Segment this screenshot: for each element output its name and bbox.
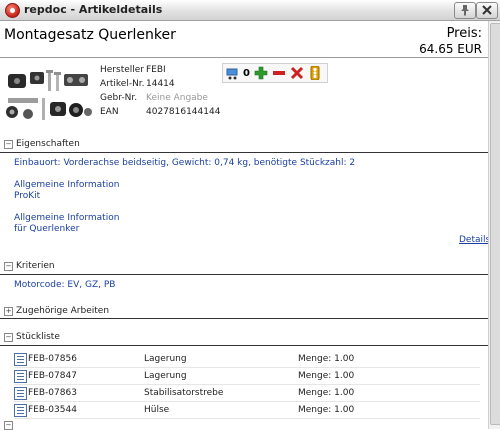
vertical-scrollbar[interactable] [488, 21, 500, 429]
close-icon [482, 5, 492, 15]
part-name: Stabilisatorstrebe [144, 384, 298, 402]
article-actions: 0 [222, 63, 328, 83]
traffic-light-icon [310, 66, 320, 80]
part-quantity: Menge: 1.00 [298, 367, 480, 385]
price-label: Preis: [446, 26, 482, 41]
properties-text: Einbauort: Vorderachse beidseitig, Gewic… [14, 158, 356, 168]
section-kriterien-label: Kriterien [16, 261, 55, 271]
section-stueckliste-label: Stückliste [16, 332, 60, 342]
section-divider [0, 345, 488, 346]
plus-icon [254, 66, 268, 80]
close-button[interactable] [476, 2, 498, 19]
section-divider [0, 274, 488, 275]
delete-icon [290, 66, 304, 80]
usage-number-label: Gebr-Nr. [100, 93, 138, 103]
ean-value: 4027816144144 [146, 107, 221, 117]
general-info-link-2-line2[interactable]: für Querlenker [14, 224, 79, 234]
table-row[interactable]: FEB-07847 Lagerung Menge: 1.00 [14, 367, 480, 385]
article-number-label: Artikel-Nr. [100, 79, 145, 89]
part-quantity: Menge: 1.00 [298, 351, 480, 368]
remove-button[interactable] [271, 65, 287, 81]
ean-label: EAN [100, 107, 119, 117]
document-icon [14, 369, 27, 383]
product-title: Montagesatz Querlenker [4, 27, 176, 43]
product-image [4, 68, 94, 124]
add-button[interactable] [253, 65, 269, 81]
pin-icon [461, 5, 469, 16]
general-info-link-1-line1[interactable]: Allgemeine Information [14, 180, 119, 190]
general-info-link-2-line1[interactable]: Allgemeine Information [14, 213, 119, 223]
part-article: FEB-07856 [28, 351, 144, 368]
manufacturer-value: FEBI [146, 65, 166, 75]
part-name: Hülse [144, 401, 298, 419]
table-row[interactable]: FEB-07863 Stabilisatorstrebe Menge: 1.00 [14, 384, 480, 402]
part-name: Lagerung [144, 351, 298, 368]
part-article: FEB-07863 [28, 384, 144, 402]
price-value: 64.65 EUR [419, 42, 482, 56]
delete-button[interactable] [289, 65, 305, 81]
part-name: Lagerung [144, 367, 298, 385]
article-number-value: 14414 [146, 79, 175, 89]
pin-button[interactable] [454, 2, 476, 19]
manufacturer-label: Hersteller [100, 65, 144, 75]
section-eigenschaften[interactable]: − Eigenschaften [4, 139, 80, 149]
parts-list-table: FEB-07856 Lagerung Menge: 1.00 FEB-07847… [14, 351, 480, 419]
collapse-icon[interactable]: − [4, 261, 13, 271]
part-quantity: Menge: 1.00 [298, 401, 480, 419]
availability-button[interactable] [307, 65, 323, 81]
criteria-text: Motorcode: EV, GZ, PB [14, 280, 116, 290]
section-stueckliste[interactable]: − Stückliste [4, 332, 60, 342]
part-article: FEB-07847 [28, 367, 144, 385]
section-divider [0, 318, 488, 319]
collapse-icon[interactable]: − [4, 139, 13, 149]
window-title: repdoc - Artikeldetails [24, 3, 163, 16]
section-kriterien[interactable]: − Kriterien [4, 261, 55, 271]
collapse-icon[interactable]: − [4, 332, 13, 342]
part-quantity: Menge: 1.00 [298, 384, 480, 402]
table-row[interactable]: FEB-07856 Lagerung Menge: 1.00 [14, 351, 480, 368]
document-icon [14, 352, 27, 366]
title-bar: repdoc - Artikeldetails [0, 0, 500, 21]
details-link[interactable]: Details [459, 235, 490, 245]
part-article: FEB-03544 [28, 401, 144, 419]
document-icon [14, 386, 27, 400]
general-info-link-1-line2[interactable]: ProKit [14, 191, 40, 201]
table-row[interactable]: FEB-03544 Hülse Menge: 1.00 [14, 401, 480, 419]
document-icon [14, 403, 27, 417]
section-eigenschaften-label: Eigenschaften [16, 139, 80, 149]
app-icon [5, 3, 20, 18]
section-arbeiten[interactable]: + Zugehörige Arbeiten [4, 306, 109, 316]
quantity-value: 0 [243, 67, 250, 79]
article-details-panel: Montagesatz Querlenker Preis: 64.65 EUR … [0, 21, 490, 430]
scrollbar-thumb[interactable] [490, 23, 500, 425]
section-arbeiten-label: Zugehörige Arbeiten [16, 306, 110, 316]
header-divider [0, 57, 488, 58]
usage-number-value: Keine Angabe [146, 93, 208, 103]
expand-icon[interactable]: + [4, 306, 13, 316]
cart-button[interactable] [225, 65, 241, 81]
minus-icon [272, 71, 285, 75]
section-divider [0, 152, 488, 153]
cart-icon [226, 68, 238, 80]
